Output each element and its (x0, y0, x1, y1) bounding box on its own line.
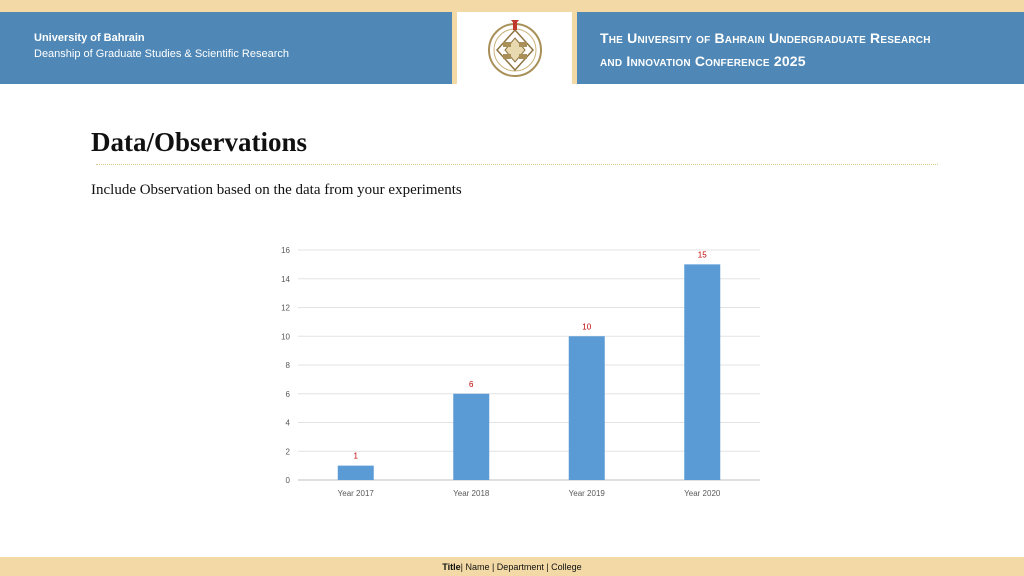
instructions-text: Include Observation based on the data fr… (91, 182, 462, 198)
bar (684, 264, 721, 480)
x-tick-label: Year 2020 (684, 489, 721, 498)
bar (568, 336, 605, 480)
deanship-name: Deanship of Graduate Studies & Scientifi… (34, 48, 289, 60)
x-tick-label: Year 2017 (338, 489, 375, 498)
x-tick-label: Year 2019 (569, 489, 606, 498)
y-tick-label: 4 (286, 419, 291, 428)
page-title: Data/Observations (91, 127, 307, 157)
top-decor-strip (0, 0, 1024, 12)
conference-title-line1: The University of Bahrain Undergraduate … (600, 30, 931, 46)
header-left-banner: University of Bahrain Deanship of Gradua… (0, 12, 452, 84)
footer-details: | Name | Department | College (460, 561, 582, 572)
y-tick-label: 14 (281, 275, 290, 284)
footer-title-label: Title (442, 561, 461, 572)
y-tick-label: 0 (286, 476, 291, 485)
footer-bar: Title | Name | Department | College (0, 557, 1024, 576)
header-separator (452, 12, 457, 84)
title-divider (96, 164, 938, 165)
y-tick-label: 2 (286, 447, 291, 456)
data-label: 6 (469, 380, 474, 389)
x-tick-label: Year 2018 (453, 489, 490, 498)
university-name: University of Bahrain (34, 32, 145, 44)
data-label: 10 (582, 322, 591, 331)
conference-title-line2: and Innovation Conference 2025 (600, 53, 806, 69)
bar (453, 393, 490, 480)
data-label: 15 (698, 250, 707, 259)
y-tick-label: 16 (281, 246, 290, 255)
y-tick-label: 12 (281, 304, 290, 313)
y-tick-label: 6 (286, 390, 291, 399)
bar-chart: 0 2 4 6 8 10 12 14 16 1 Year 2017 6 Year 2018 10 Year … (281, 246, 760, 498)
header-right-banner: The University of Bahrain Undergraduate … (577, 12, 1024, 84)
y-tick-label: 8 (286, 361, 291, 370)
logo-container (458, 12, 572, 84)
y-tick-label: 10 (281, 332, 290, 341)
bar (337, 465, 374, 480)
university-logo-icon (488, 20, 542, 77)
data-label: 1 (354, 452, 359, 461)
